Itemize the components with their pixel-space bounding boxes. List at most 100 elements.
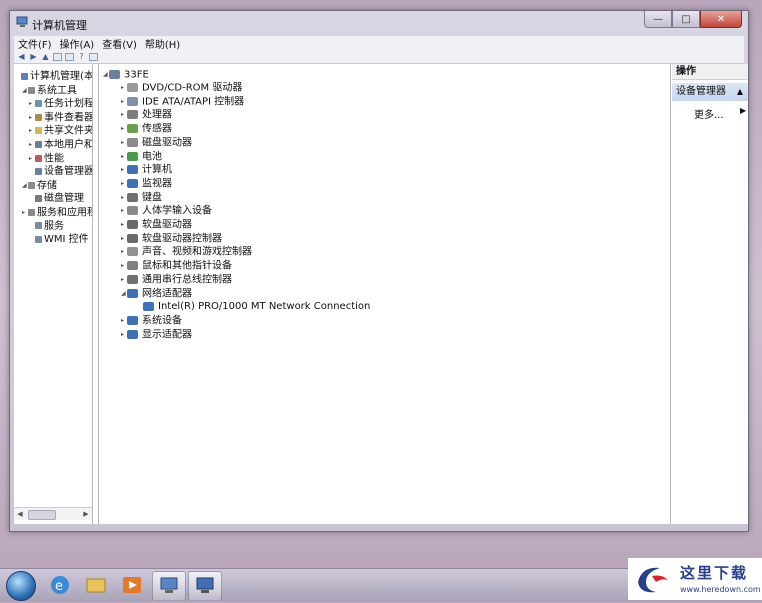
watermark: 这里下载 www.heredown.com (628, 558, 762, 600)
title-bar[interactable]: 计算机管理 — □ ✕ (10, 11, 748, 35)
close-button[interactable]: ✕ (700, 11, 742, 28)
device-category[interactable]: ▸ 软盘驱动器控制器 (121, 232, 222, 245)
keyboard-icon (127, 192, 138, 202)
help-icon[interactable]: ? (77, 53, 86, 61)
console-tree: ◀ ▶ 计算机管理(本地 ◢系统工具▸任务计划程▸事件查看器▸共享文件夹▸本地用户… (14, 64, 93, 524)
actions-section-device-manager[interactable]: 设备管理器 ▲ (672, 83, 748, 101)
menu-help[interactable]: 帮助(H) (141, 36, 184, 51)
device-label: IDE ATA/ATAPI 控制器 (142, 96, 245, 108)
floppy-controller-icon (127, 233, 138, 243)
mouse-icon (127, 261, 138, 271)
display-adapter-icon (127, 329, 138, 339)
device-label: 磁盘驱动器 (142, 137, 192, 149)
device-category[interactable]: ▸ 传感器 (121, 122, 172, 135)
device-label: 监视器 (142, 178, 172, 190)
device-category[interactable]: ▸ 系统设备 (121, 314, 182, 327)
toolbar: ◀ ▶ ▲ ? (14, 51, 744, 64)
scroll-right-icon[interactable]: ▶ (81, 509, 91, 519)
device-item[interactable]: Intel(R) PRO/1000 MT Network Connection (143, 300, 370, 313)
shared-folder-icon (35, 127, 42, 135)
forward-arrow-icon[interactable]: ▶ (29, 53, 38, 61)
submenu-arrow-icon[interactable]: ▶ (740, 106, 746, 115)
device-category[interactable]: ▸ 处理器 (121, 108, 172, 121)
tree-item[interactable]: ◢ 系统工具 (22, 84, 77, 97)
device-label: 计算机 (142, 164, 172, 176)
media-player-icon[interactable] (116, 571, 148, 599)
menu-action[interactable]: 操作(A) (56, 36, 99, 51)
computer-management-icon (16, 16, 28, 27)
device-label: 通用串行总线控制器 (142, 274, 232, 286)
horizontal-scrollbar[interactable]: ◀ ▶ (14, 507, 92, 520)
tree-item[interactable]: 服务 (29, 220, 64, 233)
tree-item-label: 磁盘管理 (44, 193, 84, 205)
device-category[interactable]: ▸ 鼠标和其他指针设备 (121, 259, 232, 272)
explorer-folder-icon[interactable] (80, 571, 112, 599)
device-category[interactable]: ▸ 人体学输入设备 (121, 204, 212, 217)
minimize-button[interactable]: — (644, 11, 672, 28)
maximize-button[interactable]: □ (672, 11, 700, 28)
device-category[interactable]: ▸ DVD/CD-ROM 驱动器 (121, 81, 242, 94)
collapse-up-icon[interactable]: ▲ (737, 83, 743, 101)
network-card-icon (143, 301, 154, 311)
gear-icon (35, 222, 42, 230)
tree-item[interactable]: 磁盘管理 (29, 192, 84, 205)
device-label: 鼠标和其他指针设备 (142, 260, 232, 272)
back-arrow-icon[interactable]: ◀ (17, 53, 26, 61)
heredown-logo-icon (638, 567, 668, 593)
device-label: 人体学输入设备 (142, 205, 212, 217)
device-category[interactable]: ◢ 网络适配器 (121, 287, 192, 300)
device-category[interactable]: ▸ IDE ATA/ATAPI 控制器 (121, 95, 244, 108)
network-adapter-icon (127, 288, 138, 298)
device-category[interactable]: ▸ 计算机 (121, 163, 172, 176)
start-button[interactable] (6, 571, 36, 601)
tree-item[interactable]: ▸ 任务计划程 (29, 97, 92, 110)
tree-item[interactable]: ▸ 性能 (29, 152, 64, 165)
tree-item[interactable]: WMI 控件 (29, 233, 89, 246)
hid-icon (127, 206, 138, 216)
more-actions-link[interactable]: 更多... (694, 106, 724, 121)
tree-item[interactable]: 计算机管理(本地 (15, 70, 92, 83)
device-category[interactable]: ▸ 显示适配器 (121, 328, 192, 341)
device-category[interactable]: ▸ 声音、视频和游戏控制器 (121, 245, 252, 258)
internet-explorer-icon[interactable]: e (44, 571, 76, 599)
tree-item[interactable]: ▸ 服务和应用程 (22, 206, 93, 219)
tree-item[interactable]: ▸ 事件查看器 (29, 111, 93, 124)
device-label: 系统设备 (142, 315, 182, 327)
menu-view[interactable]: 查看(V) (98, 36, 141, 51)
tree-item[interactable]: ▸ 本地用户和 (29, 138, 93, 151)
device-category[interactable]: ▸ 通用串行总线控制器 (121, 273, 232, 286)
watermark-url: www.heredown.com (680, 585, 761, 594)
device-category[interactable]: ▸ 磁盘驱动器 (121, 136, 192, 149)
event-viewer-icon (35, 113, 42, 121)
actions-pane: 操作 设备管理器 ▲ 更多... ▶ (672, 64, 748, 524)
performance-icon (35, 154, 42, 162)
disk-drive-icon (127, 137, 138, 147)
show-hide-tree-icon[interactable] (53, 53, 62, 61)
device-category[interactable]: ▸ 监视器 (121, 177, 172, 190)
tree-item-label: 系统工具 (37, 85, 77, 97)
window-title: 计算机管理 (32, 19, 87, 32)
tree-item-label: WMI 控件 (44, 234, 89, 246)
scroll-left-icon[interactable]: ◀ (15, 509, 25, 519)
tree-item[interactable]: ▸ 共享文件夹 (29, 124, 92, 137)
watermark-text: 这里下载 (680, 564, 749, 582)
computer-icon (127, 165, 138, 175)
device-category[interactable]: ▸ 键盘 (121, 191, 162, 204)
tree-item-label: 服务和应用程 (37, 207, 93, 219)
tree-item-label: 事件查看器 (44, 112, 93, 124)
device-tree-root[interactable]: ◢ 33FE (103, 68, 149, 81)
ide-controller-icon (127, 96, 138, 106)
tree-item[interactable]: ◢ 存储 (22, 179, 57, 192)
network-taskbar-icon[interactable] (188, 571, 222, 601)
scroll-thumb[interactable] (28, 510, 56, 520)
device-category[interactable]: ▸ 电池 (121, 150, 162, 163)
tree-item-label: 本地用户和 (44, 139, 93, 151)
up-folder-icon[interactable]: ▲ (41, 53, 50, 61)
tree-item[interactable]: 设备管理器 (29, 165, 92, 178)
menu-file[interactable]: 文件(F) (14, 36, 56, 51)
computer-management-taskbar-icon[interactable] (152, 571, 186, 601)
device-category[interactable]: ▸ 软盘驱动器 (121, 218, 192, 231)
properties-icon[interactable] (65, 53, 74, 61)
scan-hardware-icon[interactable] (89, 53, 98, 61)
device-label: 网络适配器 (142, 288, 192, 299)
